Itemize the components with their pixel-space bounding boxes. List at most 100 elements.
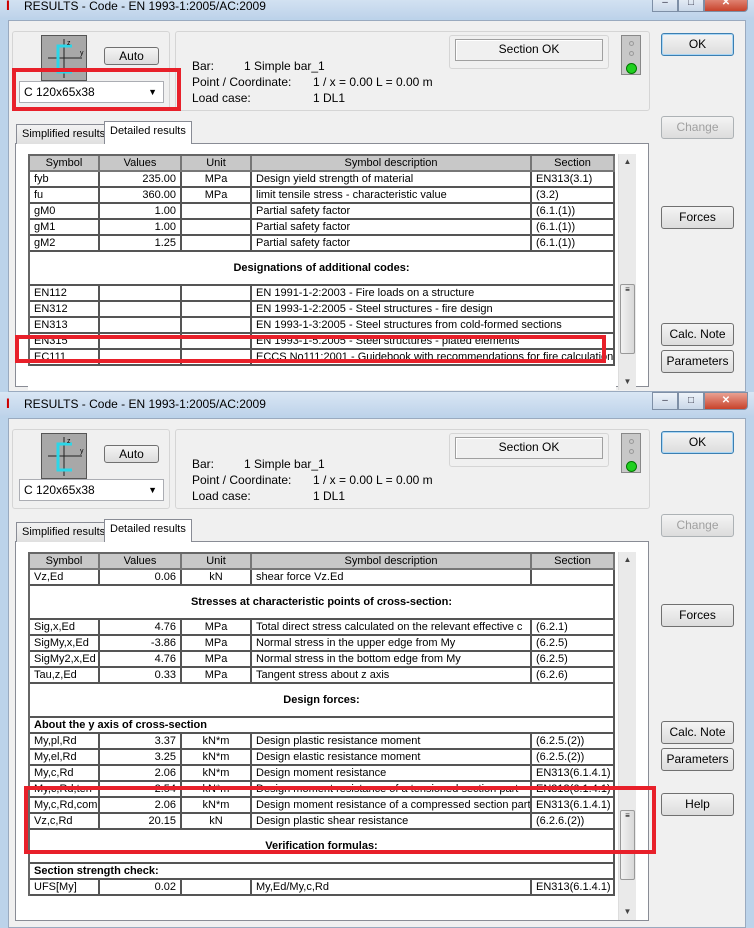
table-row[interactable]: Vz,c,Rd 20.15 kN Design plastic shear resis… xyxy=(30,814,615,830)
subsection-row[interactable]: Section strength check: xyxy=(30,864,615,880)
maximize-button[interactable]: □ xyxy=(678,392,704,410)
table-row[interactable]: My,pl,Rd 3.37 kN*m Design plastic resistanc… xyxy=(30,734,615,750)
table-row[interactable]: SigMy,x,Ed -3.86 MPa Normal stress in the u… xyxy=(30,636,615,652)
section-cell: (3.2) xyxy=(532,188,615,204)
vertical-scrollbar[interactable]: ▲ ≡ ▼ xyxy=(618,552,636,920)
table-row[interactable]: EN312 EN 1993-1-2:2005 - Steel structures… xyxy=(30,302,615,318)
col-unit[interactable]: Unit xyxy=(182,156,252,172)
value-cell: 2.06 xyxy=(100,766,182,782)
col-description[interactable]: Symbol description xyxy=(252,156,532,172)
scroll-down-arrow-icon[interactable]: ▼ xyxy=(619,374,636,390)
ok-button[interactable]: OK xyxy=(661,431,734,454)
tab-simplified-results[interactable]: Simplified results xyxy=(16,522,112,542)
title-bar[interactable]: I RESULTS - Code - EN 1993-1:2005/AC:200… xyxy=(0,0,754,18)
table-row[interactable]: EN112 EN 1991-1-2:2003 - Fire loads on a … xyxy=(30,286,615,302)
value-cell xyxy=(100,334,182,350)
description-cell: EN 1993-1-3:2005 - Steel structures from… xyxy=(252,318,615,334)
scrollbar-thumb[interactable]: ≡ xyxy=(620,810,635,880)
table-row[interactable]: fu 360.00 MPa limit tensile stress - charac… xyxy=(30,188,615,204)
app-icon: I xyxy=(6,395,10,411)
table-row[interactable]: Tau,z,Ed 0.33 MPa Tangent stress about z ax… xyxy=(30,668,615,684)
col-values[interactable]: Values xyxy=(100,554,182,570)
close-button[interactable]: ✕ xyxy=(704,392,748,410)
section-select-value: C 120x65x38 xyxy=(24,85,95,99)
table-row[interactable]: fyb 235.00 MPa Design yield strength of mat… xyxy=(30,172,615,188)
description-cell: Normal stress in the upper edge from My xyxy=(252,636,532,652)
col-symbol[interactable]: Symbol xyxy=(30,554,100,570)
col-unit[interactable]: Unit xyxy=(182,554,252,570)
symbol-cell: Sig,x,Ed xyxy=(30,620,100,636)
table-row[interactable]: My,c,Rd 2.06 kN*m Design moment resistance E… xyxy=(30,766,615,782)
tab-detailed-results[interactable]: Detailed results xyxy=(104,519,192,542)
ok-button[interactable]: OK xyxy=(661,33,734,56)
svg-text:z: z xyxy=(67,40,71,47)
section-header-row[interactable]: Verification formulas: xyxy=(30,830,615,864)
change-button[interactable]: Change xyxy=(661,514,734,537)
table-row[interactable]: UFS[My] 0.02 My,Ed/My,c,Rd EN313(6.1.4.1) xyxy=(30,880,615,896)
table-row[interactable]: EN313 EN 1993-1-3:2005 - Steel structures… xyxy=(30,318,615,334)
unit-cell: MPa xyxy=(182,172,252,188)
table-row[interactable]: SigMy2,x,Ed 4.76 MPa Normal stress in the b… xyxy=(30,652,615,668)
table-row[interactable]: EN315 EN 1993-1-5:2005 - Steel structures… xyxy=(30,334,615,350)
value-cell: 0.02 xyxy=(100,880,182,896)
symbol-cell: gM1 xyxy=(30,220,100,236)
table-row[interactable]: Vz,Ed 0.06 kN shear force Vz.Ed xyxy=(30,570,615,586)
scroll-up-arrow-icon[interactable]: ▲ xyxy=(619,154,636,170)
auto-button[interactable]: Auto xyxy=(104,47,159,65)
symbol-cell: gM2 xyxy=(30,236,100,252)
table-row[interactable]: gM2 1.25 Partial safety factor (6.1.(1)) xyxy=(30,236,615,252)
minimize-button[interactable]: – xyxy=(652,0,678,12)
forces-button[interactable]: Forces xyxy=(661,604,734,627)
maximize-button[interactable]: □ xyxy=(678,0,704,12)
section-select[interactable]: C 120x65x38 ▼ xyxy=(19,81,164,103)
table-row[interactable]: My,c,Rd,ten 2.54 kN*m Design moment resista… xyxy=(30,782,615,798)
table-row[interactable]: EC111 ECCS No111:2001 - Guidebook with re… xyxy=(30,350,615,366)
calc-note-button[interactable]: Calc. Note xyxy=(661,721,734,744)
section-header-row[interactable]: Designations of additional codes: xyxy=(30,252,615,286)
parameters-button[interactable]: Parameters xyxy=(661,350,734,373)
help-button[interactable]: Help xyxy=(661,793,734,816)
tab-detailed-results[interactable]: Detailed results xyxy=(104,121,192,144)
section-header-row[interactable]: Design forces: xyxy=(30,684,615,718)
vertical-scrollbar[interactable]: ▲ ≡ ▼ xyxy=(618,154,636,390)
section-cell: EN313(6.1.4.1) xyxy=(532,782,615,798)
symbol-cell: EN315 xyxy=(30,334,100,350)
section-cell: (6.2.5) xyxy=(532,636,615,652)
point-label: Point / Coordinate: xyxy=(192,473,292,487)
table-row[interactable]: My,el,Rd 3.25 kN*m Design elastic resistanc… xyxy=(30,750,615,766)
unit-cell xyxy=(182,334,252,350)
table-row[interactable]: Sig,x,Ed 4.76 MPa Total direct stress calcu… xyxy=(30,620,615,636)
scroll-down-arrow-icon[interactable]: ▼ xyxy=(619,904,636,920)
results-window-bottom: I RESULTS - Code - EN 1993-1:2005/AC:200… xyxy=(0,392,754,928)
value-cell: 360.00 xyxy=(100,188,182,204)
close-button[interactable]: ✕ xyxy=(704,0,748,12)
forces-button[interactable]: Forces xyxy=(661,206,734,229)
svg-text:y: y xyxy=(80,50,84,57)
unit-cell xyxy=(182,350,252,366)
table-row[interactable]: gM1 1.00 Partial safety factor (6.1.(1)) xyxy=(30,220,615,236)
col-symbol[interactable]: Symbol xyxy=(30,156,100,172)
table-row[interactable]: My,c,Rd,com 2.06 kN*m Design moment resista… xyxy=(30,798,615,814)
scroll-up-arrow-icon[interactable]: ▲ xyxy=(619,552,636,568)
title-bar[interactable]: I RESULTS - Code - EN 1993-1:2005/AC:200… xyxy=(0,392,754,416)
parameters-button[interactable]: Parameters xyxy=(661,748,734,771)
minimize-button[interactable]: – xyxy=(652,392,678,410)
calc-note-button[interactable]: Calc. Note xyxy=(661,323,734,346)
scrollbar-thumb[interactable]: ≡ xyxy=(620,284,635,354)
description-cell: EN 1991-1-2:2003 - Fire loads on a struc… xyxy=(252,286,615,302)
auto-button[interactable]: Auto xyxy=(104,445,159,463)
value-cell: 2.54 xyxy=(100,782,182,798)
table-row[interactable]: gM0 1.00 Partial safety factor (6.1.(1)) xyxy=(30,204,615,220)
description-cell: Design elastic resistance moment xyxy=(252,750,532,766)
subsection-row[interactable]: About the y axis of cross-section xyxy=(30,718,615,734)
col-values[interactable]: Values xyxy=(100,156,182,172)
col-section[interactable]: Section xyxy=(532,554,615,570)
section-select[interactable]: C 120x65x38 ▼ xyxy=(19,479,164,501)
col-description[interactable]: Symbol description xyxy=(252,554,532,570)
col-section[interactable]: Section xyxy=(532,156,615,172)
dialog-client: zy Auto C 120x65x38 ▼ Bar: 1 Simple bar_1… xyxy=(8,20,746,392)
tab-simplified-results[interactable]: Simplified results xyxy=(16,124,112,144)
section-header-row[interactable]: Stresses at characteristic points of cro… xyxy=(30,586,615,620)
symbol-cell: EC111 xyxy=(30,350,100,366)
change-button[interactable]: Change xyxy=(661,116,734,139)
